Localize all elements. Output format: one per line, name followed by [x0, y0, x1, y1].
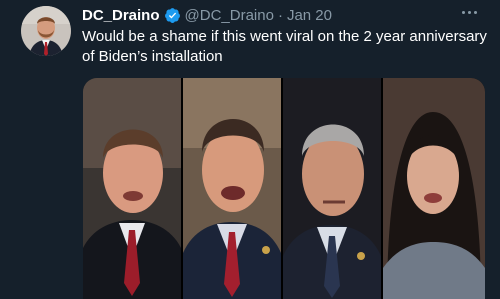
more-dot: [473, 10, 477, 14]
display-name[interactable]: DC_Draino: [82, 7, 160, 24]
more-options-icon[interactable]: [458, 4, 480, 20]
woman-dark-hair-photo: [383, 78, 485, 299]
tweet-date[interactable]: Jan 20: [287, 7, 332, 24]
user-handle[interactable]: @DC_Draino: [185, 7, 274, 24]
more-dot: [461, 10, 465, 14]
man-in-suit-red-tie-photo: [83, 78, 181, 299]
verified-badge-icon: [164, 7, 181, 24]
tweet-text: Would be a shame if this went viral on t…: [82, 28, 487, 65]
more-dot: [467, 10, 471, 14]
separator: ·: [277, 6, 283, 24]
tweet: DC_Draino @DC_Draino · Jan 20 Would be a…: [0, 0, 500, 299]
tweet-header: DC_Draino @DC_Draino · Jan 20: [82, 5, 332, 25]
man-in-suit-red-tie-speaking-photo: [183, 78, 281, 299]
tweet-media[interactable]: [83, 78, 485, 299]
avatar[interactable]: [21, 6, 71, 56]
gray-haired-man-dark-tie-photo: [283, 78, 381, 299]
